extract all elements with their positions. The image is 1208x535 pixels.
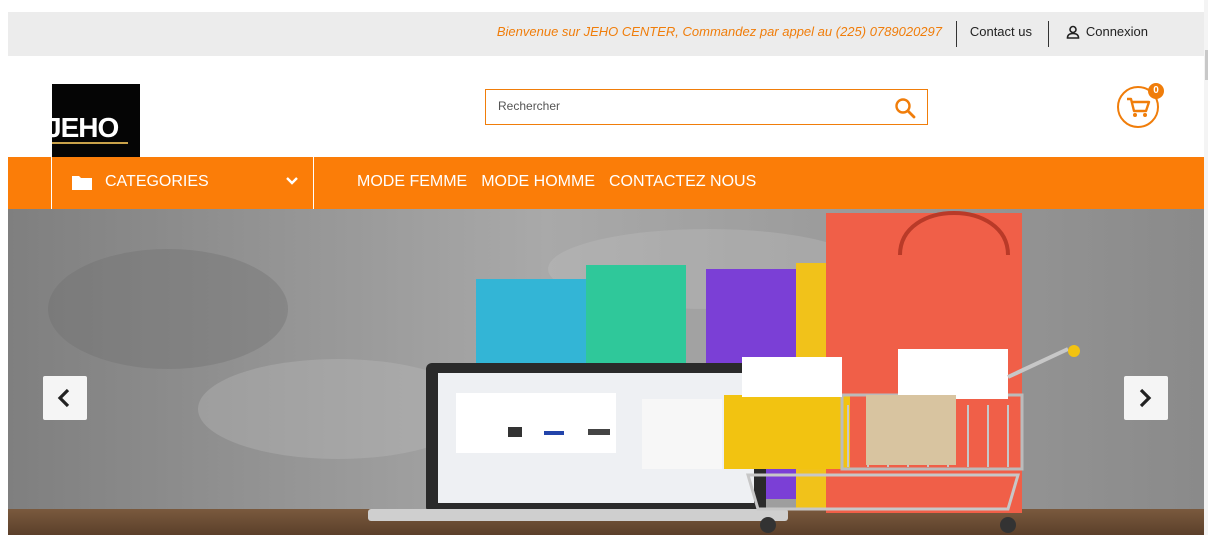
main-nav: CATEGORIES MODE FEMME MODE HOMME CONTACT… [8,157,1204,209]
chevron-left-icon [57,388,70,408]
top-bar: Bienvenue sur JEHO CENTER, Commandez par… [8,12,1204,56]
page-scrollbar[interactable] [1204,0,1208,535]
welcome-message: Bienvenue sur JEHO CENTER, Commandez par… [496,24,942,39]
categories-label: CATEGORIES [105,173,209,190]
login-label: Connexion [1085,24,1148,39]
search-button[interactable] [893,96,917,120]
login-link[interactable]: Connexion [1066,24,1148,39]
chevron-right-icon [1139,388,1152,408]
search-icon [895,98,916,119]
divider [956,21,957,47]
folder-icon [72,176,92,190]
hero-image [8,209,1204,535]
divider [1048,21,1049,47]
cart-count-badge: 0 [1148,83,1164,99]
search-input[interactable] [496,98,880,114]
user-icon [1066,25,1080,39]
logo-underline [52,142,128,144]
categories-dropdown[interactable]: CATEGORIES [51,157,314,209]
carousel-next-button[interactable] [1124,376,1168,420]
hero-banner[interactable] [8,209,1204,535]
chevron-down-icon [286,177,298,185]
carousel-prev-button[interactable] [43,376,87,420]
nav-link-mode-femme[interactable]: MODE FEMME [357,173,467,191]
logo-text: JEHO [52,112,119,143]
search-box [485,89,928,125]
cart-button[interactable]: 0 [1116,83,1164,129]
nav-links: MODE FEMME MODE HOMME CONTACTEZ NOUS [357,173,756,191]
nav-link-mode-homme[interactable]: MODE HOMME [481,173,595,191]
contact-us-link[interactable]: Contact us [970,24,1032,39]
nav-link-contactez-nous[interactable]: CONTACTEZ NOUS [609,173,756,191]
